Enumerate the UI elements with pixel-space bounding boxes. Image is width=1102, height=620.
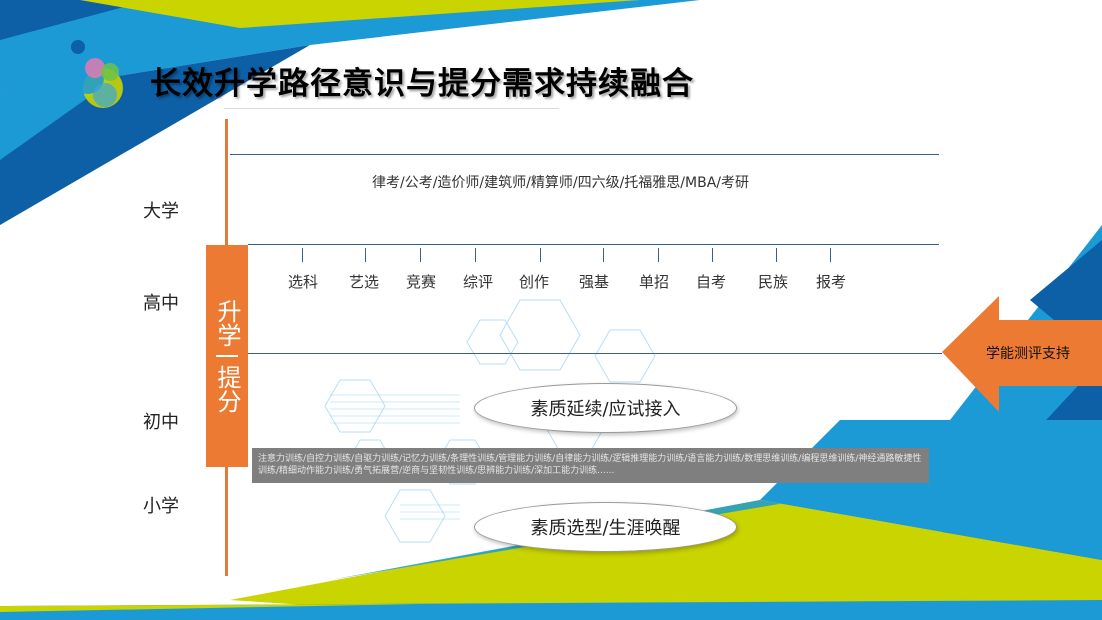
- level-middle-school: 初中: [143, 412, 179, 433]
- upgrade-score-box: 升学 提分: [206, 245, 248, 467]
- training-list-box: 注意力训练/自控力训练/自驱力训练/记忆力训练/条理性训练/管理能力训练/自律能…: [252, 448, 929, 483]
- primary-school-ellipse: 素质选型/生涯唤醒: [474, 502, 737, 552]
- upgrade-box-top: 升学: [213, 299, 241, 347]
- assessment-support-label: 学能测评支持: [986, 346, 1070, 362]
- high-school-item: 单招: [638, 273, 670, 291]
- slide: 长效升学路径意识与提分需求持续融合 大学 高中 初中 小学 律考/公考/造价师/…: [0, 0, 1102, 620]
- tick: [475, 248, 476, 262]
- tick: [540, 248, 541, 262]
- high-school-item: 民族: [757, 273, 789, 291]
- middle-school-divider: [248, 353, 942, 354]
- high-school-item: 竞赛: [405, 273, 437, 291]
- upgrade-box-bottom: 提分: [213, 365, 241, 413]
- tick: [712, 248, 713, 262]
- level-high-school: 高中: [143, 293, 179, 314]
- slide-title: 长效升学路径意识与提分需求持续融合: [150, 66, 694, 102]
- tick: [776, 248, 777, 262]
- university-divider: [230, 154, 939, 155]
- tick: [603, 248, 604, 262]
- high-school-item: 综评: [462, 273, 494, 291]
- high-school-item: 选科: [287, 273, 319, 291]
- primary-school-ellipse-label: 素质选型/生涯唤醒: [530, 518, 681, 539]
- tick: [658, 248, 659, 262]
- high-school-item: 自考: [695, 273, 727, 291]
- university-options: 律考/公考/造价师/建筑师/精算师/四六级/托福雅思/MBA/考研: [372, 175, 749, 191]
- high-school-item: 报考: [815, 273, 847, 291]
- tick: [302, 248, 303, 262]
- high-school-divider: [248, 244, 939, 245]
- tick: [420, 248, 421, 262]
- high-school-item: 艺选: [348, 273, 380, 291]
- tick: [830, 248, 831, 262]
- middle-school-ellipse: 素质延续/应试接入: [474, 383, 737, 433]
- middle-school-ellipse-label: 素质延续/应试接入: [530, 399, 681, 420]
- tick: [365, 248, 366, 262]
- level-primary-school: 小学: [143, 496, 179, 517]
- upgrade-box-divider: [216, 355, 238, 357]
- level-university: 大学: [143, 201, 179, 222]
- title-underline: [224, 108, 559, 109]
- high-school-item: 强基: [578, 273, 610, 291]
- high-school-item: 创作: [518, 273, 550, 291]
